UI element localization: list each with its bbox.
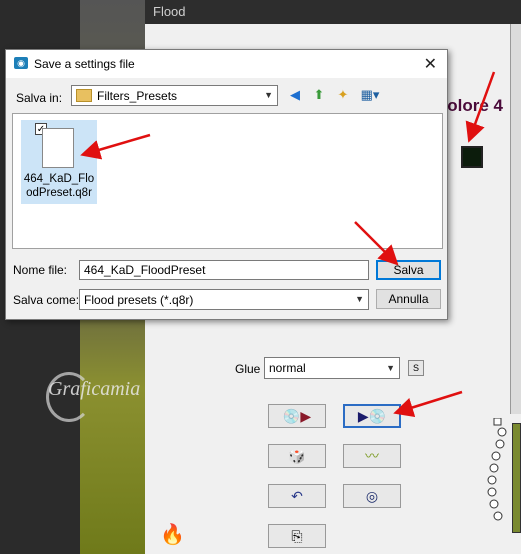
glue-label: Glue <box>235 362 261 376</box>
save-in-select[interactable]: Filters_Presets ▼ <box>71 85 278 106</box>
file-icon <box>42 128 74 168</box>
savetype-select[interactable]: Flood presets (*.q8r) ▼ <box>79 289 369 310</box>
glue-value: normal <box>269 361 306 375</box>
back-icon[interactable]: ◀ <box>286 86 304 104</box>
file-name-line1: 464_KaD_Flo <box>23 173 95 185</box>
dialog-titlebar: ◉ Save a settings file ✕ <box>6 50 447 78</box>
up-folder-icon[interactable]: ⬆ <box>310 86 328 104</box>
flood-window-title: Flood <box>145 0 521 24</box>
savetype-value: Flood presets (*.q8r) <box>84 293 194 307</box>
chevron-down-icon: ▼ <box>355 294 364 304</box>
file-name: 464_KaD_Flo odPreset.q8r <box>23 172 95 200</box>
reset-button[interactable]: ◎ <box>343 484 401 508</box>
wave-button[interactable]: 〰 <box>343 444 401 468</box>
save-in-label: Salva in: <box>16 91 63 105</box>
new-folder-icon[interactable]: ✦ <box>334 86 352 104</box>
wave-icon: 〰 <box>365 448 379 464</box>
camera-icon: ◉ <box>14 57 28 69</box>
glue-small-button[interactable]: S <box>408 360 424 376</box>
load-preset-button[interactable]: 💿▶ <box>268 404 326 428</box>
dialog-title: Save a settings file <box>34 57 135 71</box>
save-button[interactable]: Salva <box>376 260 441 280</box>
save-dialog: ◉ Save a settings file ✕ Salva in: Filte… <box>5 49 448 320</box>
colore-swatch[interactable] <box>461 146 483 168</box>
file-list[interactable]: ✓ 464_KaD_Flo odPreset.q8r <box>12 113 443 249</box>
undo-icon: ↶ <box>291 487 303 504</box>
play-disc-icon: ▶💿 <box>357 407 387 424</box>
dice-icon: 🎲 <box>288 447 306 464</box>
filename-label: Nome file: <box>13 263 68 277</box>
random-button[interactable]: 🎲 <box>268 444 326 468</box>
close-icon[interactable]: ✕ <box>424 54 437 74</box>
copy-button[interactable]: ⎘ <box>268 524 326 548</box>
file-item[interactable]: ✓ 464_KaD_Flo odPreset.q8r <box>21 120 97 204</box>
undo-button[interactable]: ↶ <box>268 484 326 508</box>
flood-right-panel <box>510 24 521 414</box>
view-menu-icon[interactable]: ▦▾ <box>358 86 382 104</box>
preview-thumbnail <box>512 423 521 533</box>
folder-icon <box>76 89 92 102</box>
chevron-down-icon: ▼ <box>386 363 395 373</box>
watermark-circle-g <box>46 372 92 422</box>
flame-icon: 🔥 <box>160 524 185 546</box>
preview-dots <box>484 417 508 530</box>
filename-input[interactable]: 464_KaD_FloodPreset <box>79 260 369 280</box>
save-preset-button[interactable]: ▶💿 <box>343 404 401 428</box>
glue-select[interactable]: normal ▼ <box>264 357 400 379</box>
circle-icon: ◎ <box>365 487 379 504</box>
cancel-button[interactable]: Annulla <box>376 289 441 309</box>
file-name-line2: odPreset.q8r <box>26 187 92 199</box>
savetype-label: Salva come: <box>13 293 80 307</box>
disc-play-icon: 💿▶ <box>282 407 312 424</box>
save-in-value: Filters_Presets <box>97 89 178 103</box>
copy-icon: ⎘ <box>291 527 303 544</box>
dots-svg <box>487 417 507 521</box>
chevron-down-icon: ▼ <box>264 90 273 100</box>
